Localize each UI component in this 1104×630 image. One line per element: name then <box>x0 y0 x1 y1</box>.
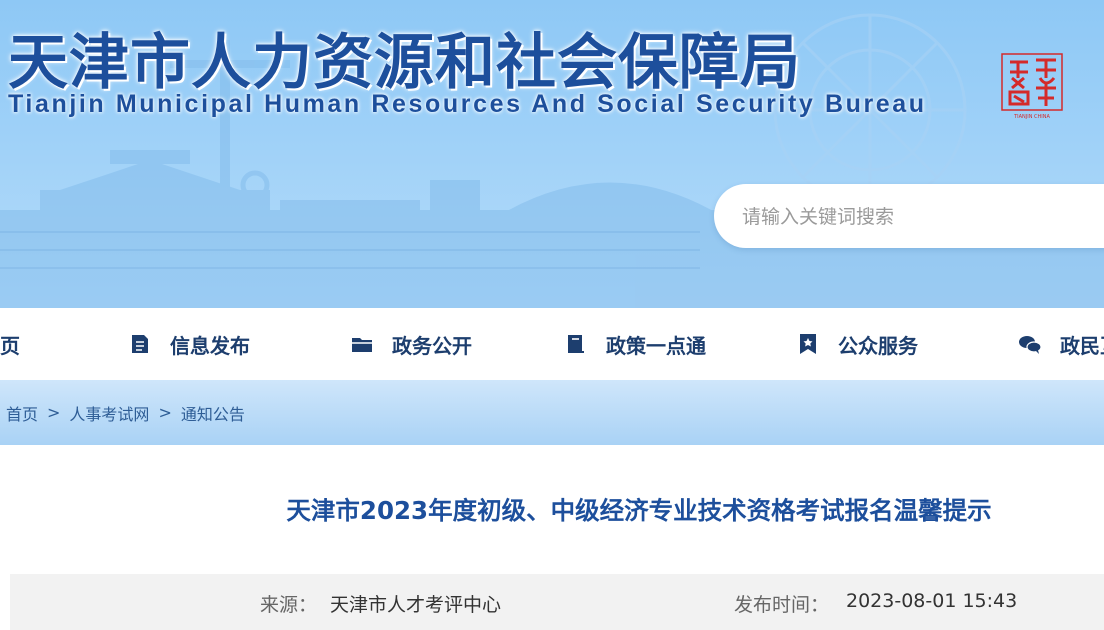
nav-item-policy[interactable]: 政策一点通 <box>564 308 706 380</box>
nav-item-gov-affairs[interactable]: 政务公开 <box>350 308 472 380</box>
search-input[interactable] <box>740 198 1104 236</box>
nav-item-news[interactable]: 信息发布 <box>128 308 250 380</box>
chat-icon <box>1019 336 1042 354</box>
breadcrumb-bar: 首页 > 人事考试网 > 通知公告 <box>0 380 1104 445</box>
header-banner: 天津市人力资源和社会保障局 Tianjin Municipal Human Re… <box>0 0 1104 308</box>
document-icon <box>132 335 148 353</box>
nav-item-home[interactable]: 首页 <box>0 308 20 380</box>
bookmark-star-icon <box>800 334 816 354</box>
site-title: 天津市人力资源和社会保障局 <box>8 28 801 98</box>
nav-item-label: 首页 <box>0 333 20 358</box>
breadcrumb-notice-link[interactable]: 通知公告 <box>181 401 245 425</box>
book-icon <box>568 335 584 353</box>
nav-item-label: 公众服务 <box>838 333 918 358</box>
site-subtitle: Tianjin Municipal Human Resources And So… <box>8 90 927 118</box>
publish-date-label: 发布时间： <box>734 594 830 616</box>
breadcrumb-separator: > <box>47 403 61 422</box>
folder-icon <box>352 338 372 352</box>
nav-item-label: 政务公开 <box>392 333 472 358</box>
source-value: 天津市人才考评中心 <box>330 594 502 616</box>
breadcrumb-home-link[interactable]: 首页 <box>6 401 38 425</box>
nav-item-label: 政民互动 <box>1060 333 1104 358</box>
breadcrumb: 首页 > 人事考试网 > 通知公告 <box>6 380 245 445</box>
publish-date-value: 2023-08-01 15:43 <box>846 590 1018 612</box>
svg-text:TIANJIN CHINA: TIANJIN CHINA <box>1013 114 1050 120</box>
article-title: 天津市2023年度初级、中级经济专业技术资格考试报名温馨提示 <box>286 496 992 525</box>
breadcrumb-separator: > <box>158 403 172 422</box>
nav-item-label: 信息发布 <box>170 333 250 358</box>
breadcrumb-exam-site-link[interactable]: 人事考试网 <box>69 401 149 425</box>
tianjin-seal-logo: TIANJIN CHINA <box>1001 53 1063 120</box>
article-meta: 来源： 天津市人才考评中心 发布时间： 2023-08-01 15:43 <box>10 574 1104 630</box>
nav-item-label: 政策一点通 <box>606 333 706 358</box>
nav-item-interaction[interactable]: 政民互动 <box>1018 308 1104 380</box>
nav-item-public-service[interactable]: 公众服务 <box>796 308 918 380</box>
search-box <box>714 184 1104 248</box>
source-label: 来源： <box>260 594 318 616</box>
main-nav: 首页 信息发布 政务公开 政策一点通 公众服务 <box>0 308 1104 380</box>
